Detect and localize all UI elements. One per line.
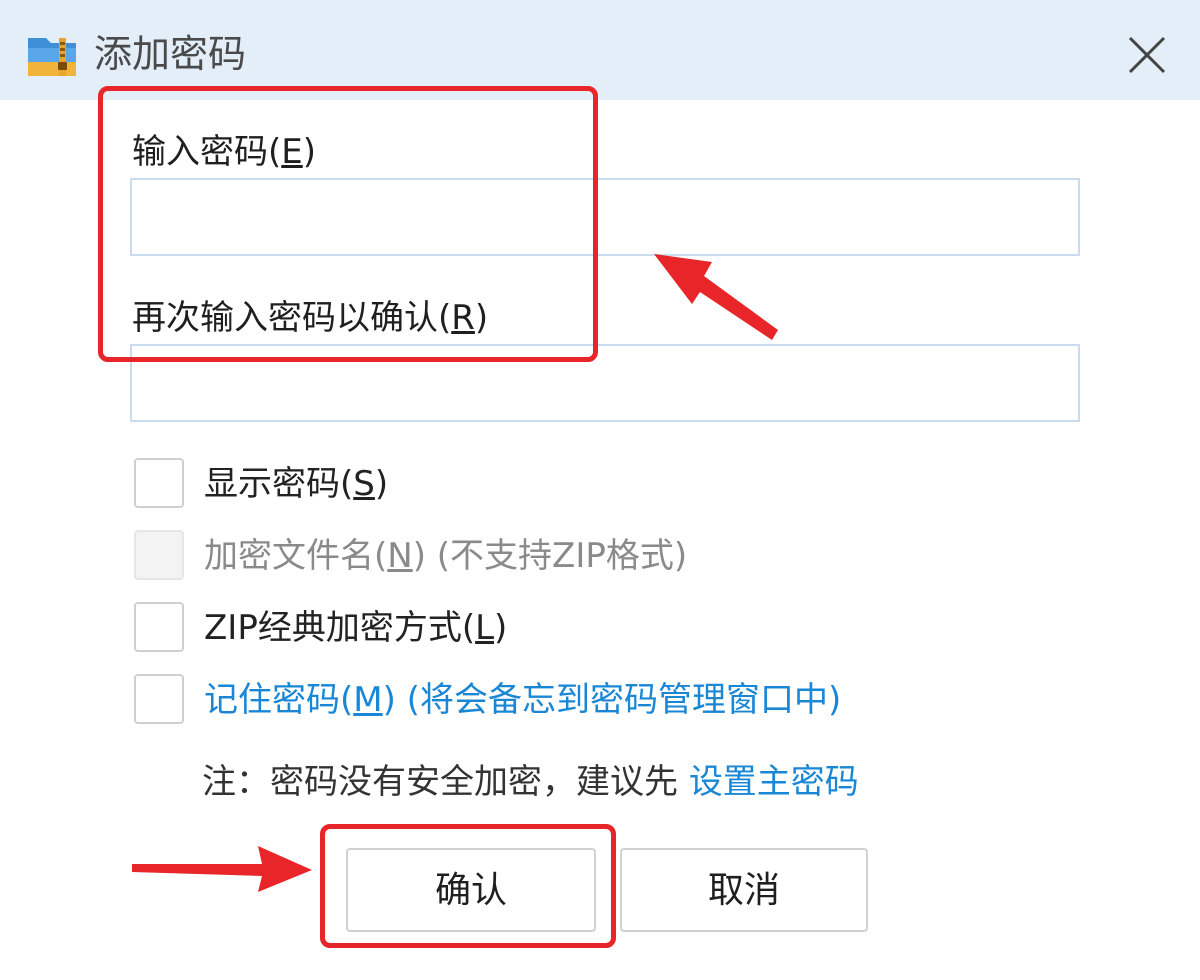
title-bar: 添加密码: [0, 0, 1200, 100]
confirm-password-input[interactable]: [132, 346, 1078, 420]
password-field[interactable]: [130, 178, 1080, 256]
confirm-password-field[interactable]: [130, 344, 1080, 422]
window-title: 添加密码: [94, 32, 247, 76]
password-label: 输入密码(E): [132, 132, 317, 172]
cancel-button[interactable]: 取消: [620, 848, 868, 932]
remember-password-label[interactable]: 记住密码(M) (将会备忘到密码管理窗口中): [204, 678, 841, 722]
password-input[interactable]: [132, 180, 1078, 254]
show-password-checkbox[interactable]: [134, 458, 184, 508]
remember-password-checkbox[interactable]: [134, 674, 184, 724]
close-icon[interactable]: [1118, 26, 1176, 84]
ok-button[interactable]: 确认: [346, 848, 596, 932]
confirm-password-label: 再次输入密码以确认(R): [132, 298, 489, 338]
arrow-to-ok-button: [132, 846, 312, 892]
zip-classic-encryption-checkbox[interactable]: [134, 602, 184, 652]
archive-folder-icon: [28, 38, 76, 76]
encrypt-filenames-checkbox: [134, 530, 184, 580]
show-password-label[interactable]: 显示密码(S): [204, 462, 388, 506]
arrow-to-password-fields: [654, 254, 778, 340]
encrypt-filenames-label: 加密文件名(N) (不支持ZIP格式): [204, 536, 688, 576]
zip-classic-encryption-label[interactable]: ZIP经典加密方式(L): [204, 606, 507, 650]
security-note: 注：密码没有安全加密，建议先 设置主密码: [202, 762, 859, 802]
set-master-password-link[interactable]: 设置主密码: [689, 762, 859, 802]
